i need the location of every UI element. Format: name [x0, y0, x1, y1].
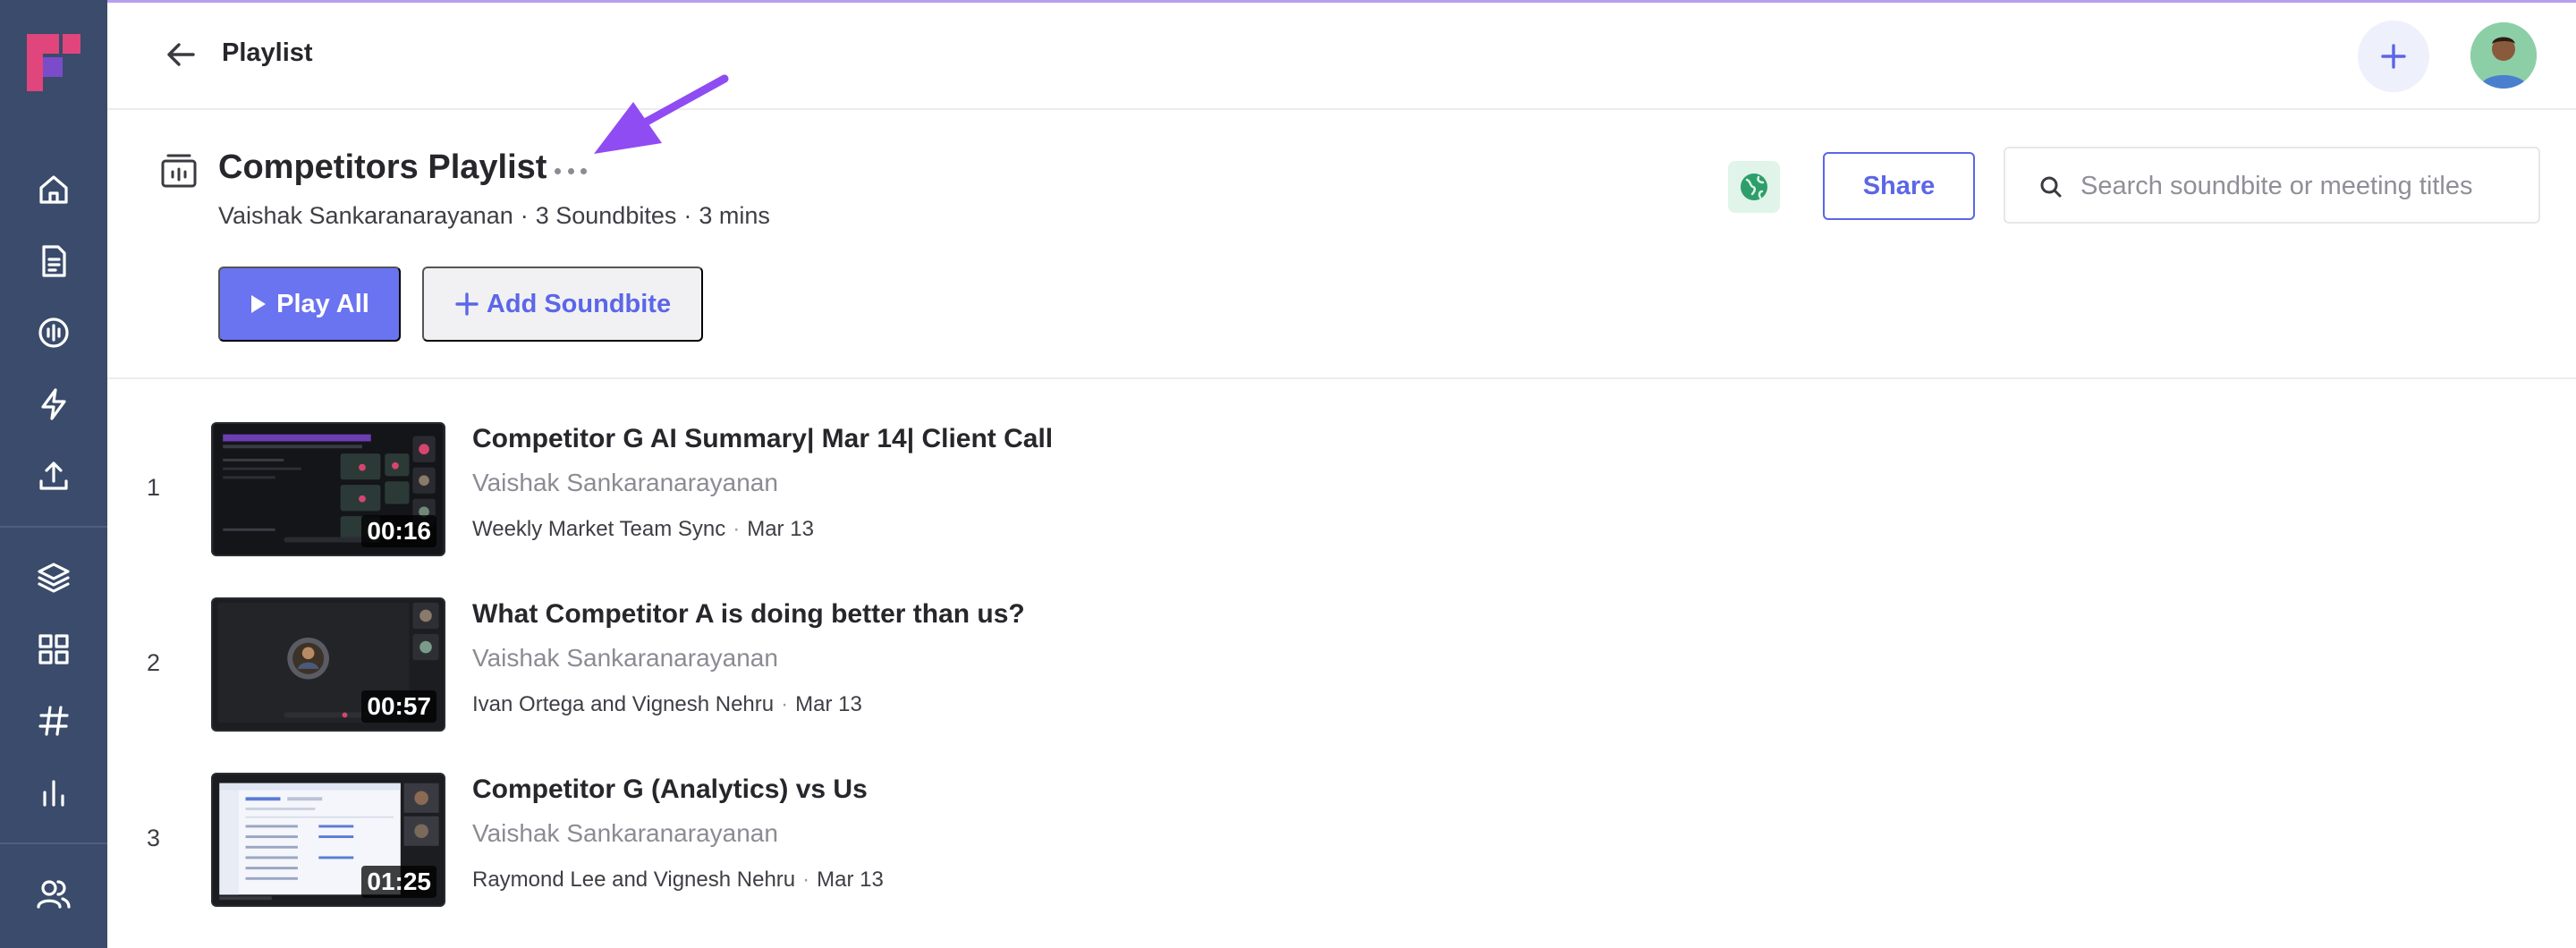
- duration-badge: 01:25: [361, 866, 436, 898]
- lightning-icon[interactable]: [32, 383, 75, 426]
- meeting-date: Mar 13: [795, 692, 862, 716]
- search-input[interactable]: [2080, 163, 2528, 209]
- playlist-meta: Vaishak Sankaranarayanan · 3 Soundbites · 3 …: [218, 202, 770, 229]
- playlist-duration: 3 mins: [699, 202, 770, 229]
- video-thumbnail[interactable]: 01:25: [211, 773, 445, 907]
- analytics-icon[interactable]: [32, 771, 75, 814]
- apps-grid-icon[interactable]: [32, 628, 75, 671]
- soundbite-icon[interactable]: [32, 311, 75, 354]
- hashtag-icon[interactable]: [32, 699, 75, 742]
- meeting-name[interactable]: Weekly Market Team Sync: [472, 517, 725, 541]
- meeting-name[interactable]: Ivan Ortega and Vignesh Nehru: [472, 692, 774, 716]
- annotation-arrow-icon: [594, 74, 729, 154]
- video-thumbnail[interactable]: 00:57: [211, 597, 445, 732]
- item-number: 1: [147, 474, 161, 501]
- plus-icon: [455, 292, 479, 316]
- play-all-label: Play All: [276, 289, 369, 318]
- playlist-icon: [159, 152, 199, 191]
- play-all-button[interactable]: Play All: [218, 267, 401, 342]
- soundbite-author: Vaishak Sankaranarayanan: [472, 644, 778, 672]
- sidebar-divider: [0, 526, 107, 528]
- playlist-soundbite-count: 3 Soundbites: [535, 202, 677, 229]
- soundbite-author: Vaishak Sankaranarayanan: [472, 469, 778, 496]
- meeting-info: Raymond Lee and Vignesh Nehru · Mar 13: [472, 868, 884, 892]
- list-item[interactable]: 2 00:57 What Competitor A is doing bette…: [107, 597, 2576, 737]
- sidebar-divider: [0, 842, 107, 844]
- video-thumbnail[interactable]: 00:16: [211, 422, 445, 556]
- meeting-name[interactable]: Raymond Lee and Vignesh Nehru: [472, 868, 795, 892]
- list-item[interactable]: 3 01:25 Competitor G (Analytics) vs Us V…: [107, 773, 2576, 912]
- search-icon: [2038, 174, 2064, 200]
- team-icon[interactable]: [32, 873, 75, 916]
- notes-icon[interactable]: [32, 240, 75, 283]
- meeting-info: Ivan Ortega and Vignesh Nehru · Mar 13: [472, 692, 862, 716]
- add-soundbite-button[interactable]: Add Soundbite: [422, 267, 703, 342]
- layers-icon[interactable]: [32, 556, 75, 599]
- share-button[interactable]: Share: [1823, 152, 1975, 220]
- upload-icon[interactable]: [32, 454, 75, 497]
- playlist-owner: Vaishak Sankaranarayanan: [218, 202, 513, 229]
- meeting-info: Weekly Market Team Sync · Mar 13: [472, 517, 814, 541]
- duration-badge: 00:16: [361, 515, 436, 547]
- create-button[interactable]: [2358, 21, 2429, 92]
- item-number: 2: [147, 649, 161, 676]
- section-divider: [107, 377, 2576, 379]
- back-arrow-icon[interactable]: [163, 37, 199, 72]
- page-title: Playlist: [222, 38, 313, 67]
- soundbite-title[interactable]: Competitor G AI Summary| Mar 14| Client …: [472, 424, 1053, 454]
- meeting-date: Mar 13: [817, 868, 884, 892]
- sidebar: [0, 0, 107, 948]
- public-visibility-icon[interactable]: [1728, 161, 1780, 213]
- user-avatar[interactable]: [2470, 22, 2537, 89]
- meeting-date: Mar 13: [747, 517, 814, 541]
- plus-icon: [2381, 44, 2406, 69]
- top-header: Playlist: [107, 3, 2576, 110]
- add-soundbite-label: Add Soundbite: [486, 289, 672, 318]
- duration-badge: 00:57: [361, 690, 436, 723]
- soundbite-title[interactable]: Competitor G (Analytics) vs Us: [472, 774, 868, 805]
- item-number: 3: [147, 825, 161, 851]
- list-item[interactable]: 1 00:16 Competitor G AI Summary| Mar 14|…: [107, 422, 2576, 562]
- play-icon: [251, 295, 267, 313]
- soundbite-title[interactable]: What Competitor A is doing better than u…: [472, 599, 1025, 630]
- search-box: [2004, 147, 2540, 224]
- app-logo[interactable]: [23, 30, 84, 95]
- playlist-title: Competitors Playlist: [218, 148, 547, 186]
- home-icon[interactable]: [32, 168, 75, 211]
- soundbite-author: Vaishak Sankaranarayanan: [472, 819, 778, 847]
